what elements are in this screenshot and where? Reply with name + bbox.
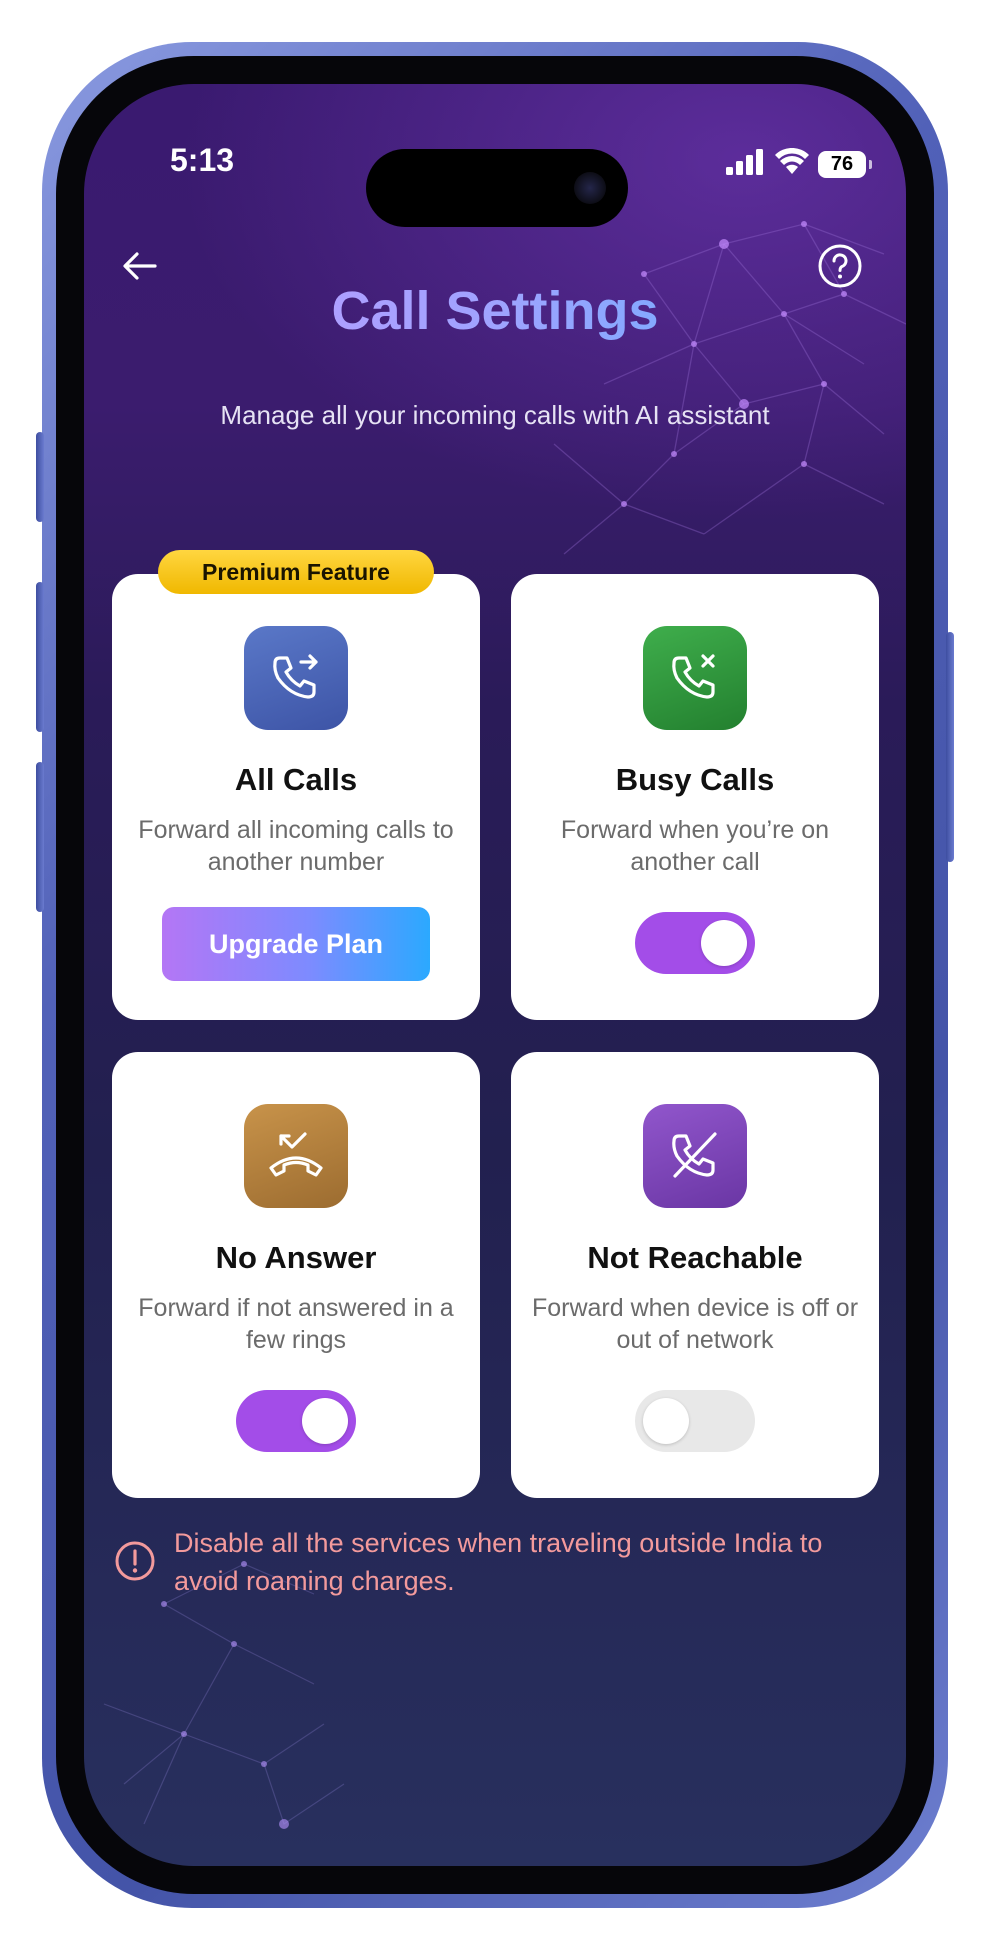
- card-all-calls: Premium Feature All Calls Forward all in…: [112, 550, 480, 1020]
- no-answer-toggle[interactable]: [236, 1390, 356, 1452]
- busy-calls-toggle[interactable]: [635, 912, 755, 974]
- card-description: Forward when device is off or out of net…: [531, 1294, 859, 1354]
- card-title: Busy Calls: [615, 762, 775, 797]
- page-subtitle: Manage all your incoming calls with AI a…: [220, 400, 770, 430]
- phone-forward-icon: [244, 626, 348, 730]
- phone-frame: 5:13 76 Call Settings Manage all your in…: [36, 42, 954, 1908]
- page-title: Call Settings: [84, 280, 906, 342]
- premium-badge: Premium Feature: [158, 550, 434, 594]
- phone-x-icon: [643, 626, 747, 730]
- action-button: [36, 432, 44, 522]
- warning-text: Disable all the services when traveling …: [174, 1528, 823, 1596]
- roaming-warning: Disable all the services when traveling …: [114, 1524, 874, 1600]
- card-busy-calls: Busy Calls Forward when you’re on anothe…: [511, 574, 879, 1020]
- card-description: Forward all incoming calls to another nu…: [138, 816, 454, 876]
- missed-call-icon: [244, 1104, 348, 1208]
- card-no-answer: No Answer Forward if not answered in a f…: [112, 1052, 480, 1498]
- signal-icon: [726, 149, 766, 179]
- dynamic-island: [366, 149, 628, 227]
- phone-off-icon: [643, 1104, 747, 1208]
- status-time: 5:13: [170, 142, 235, 178]
- card-description: Forward if not answered in a few rings: [138, 1294, 454, 1354]
- power-button: [946, 632, 954, 862]
- screen: 5:13 76 Call Settings Manage all your in…: [84, 84, 906, 1866]
- volume-down-button: [36, 762, 44, 912]
- volume-up-button: [36, 582, 44, 732]
- card-description: Forward when you’re on another call: [560, 816, 830, 876]
- card-title: Not Reachable: [587, 1240, 803, 1275]
- toggle-knob: [701, 920, 747, 966]
- card-title: No Answer: [215, 1240, 377, 1275]
- card-title: All Calls: [234, 762, 358, 797]
- upgrade-plan-button[interactable]: Upgrade Plan: [162, 907, 430, 981]
- toggle-knob: [302, 1398, 348, 1444]
- not-reachable-toggle[interactable]: [635, 1390, 755, 1452]
- status-icons: 76: [726, 147, 872, 180]
- toggle-knob: [643, 1398, 689, 1444]
- battery-icon: 76: [818, 150, 872, 178]
- card-not-reachable: Not Reachable Forward when device is off…: [511, 1052, 879, 1498]
- camera-icon: [574, 172, 606, 204]
- wifi-icon: [774, 147, 810, 180]
- alert-circle-icon: [114, 1540, 156, 1586]
